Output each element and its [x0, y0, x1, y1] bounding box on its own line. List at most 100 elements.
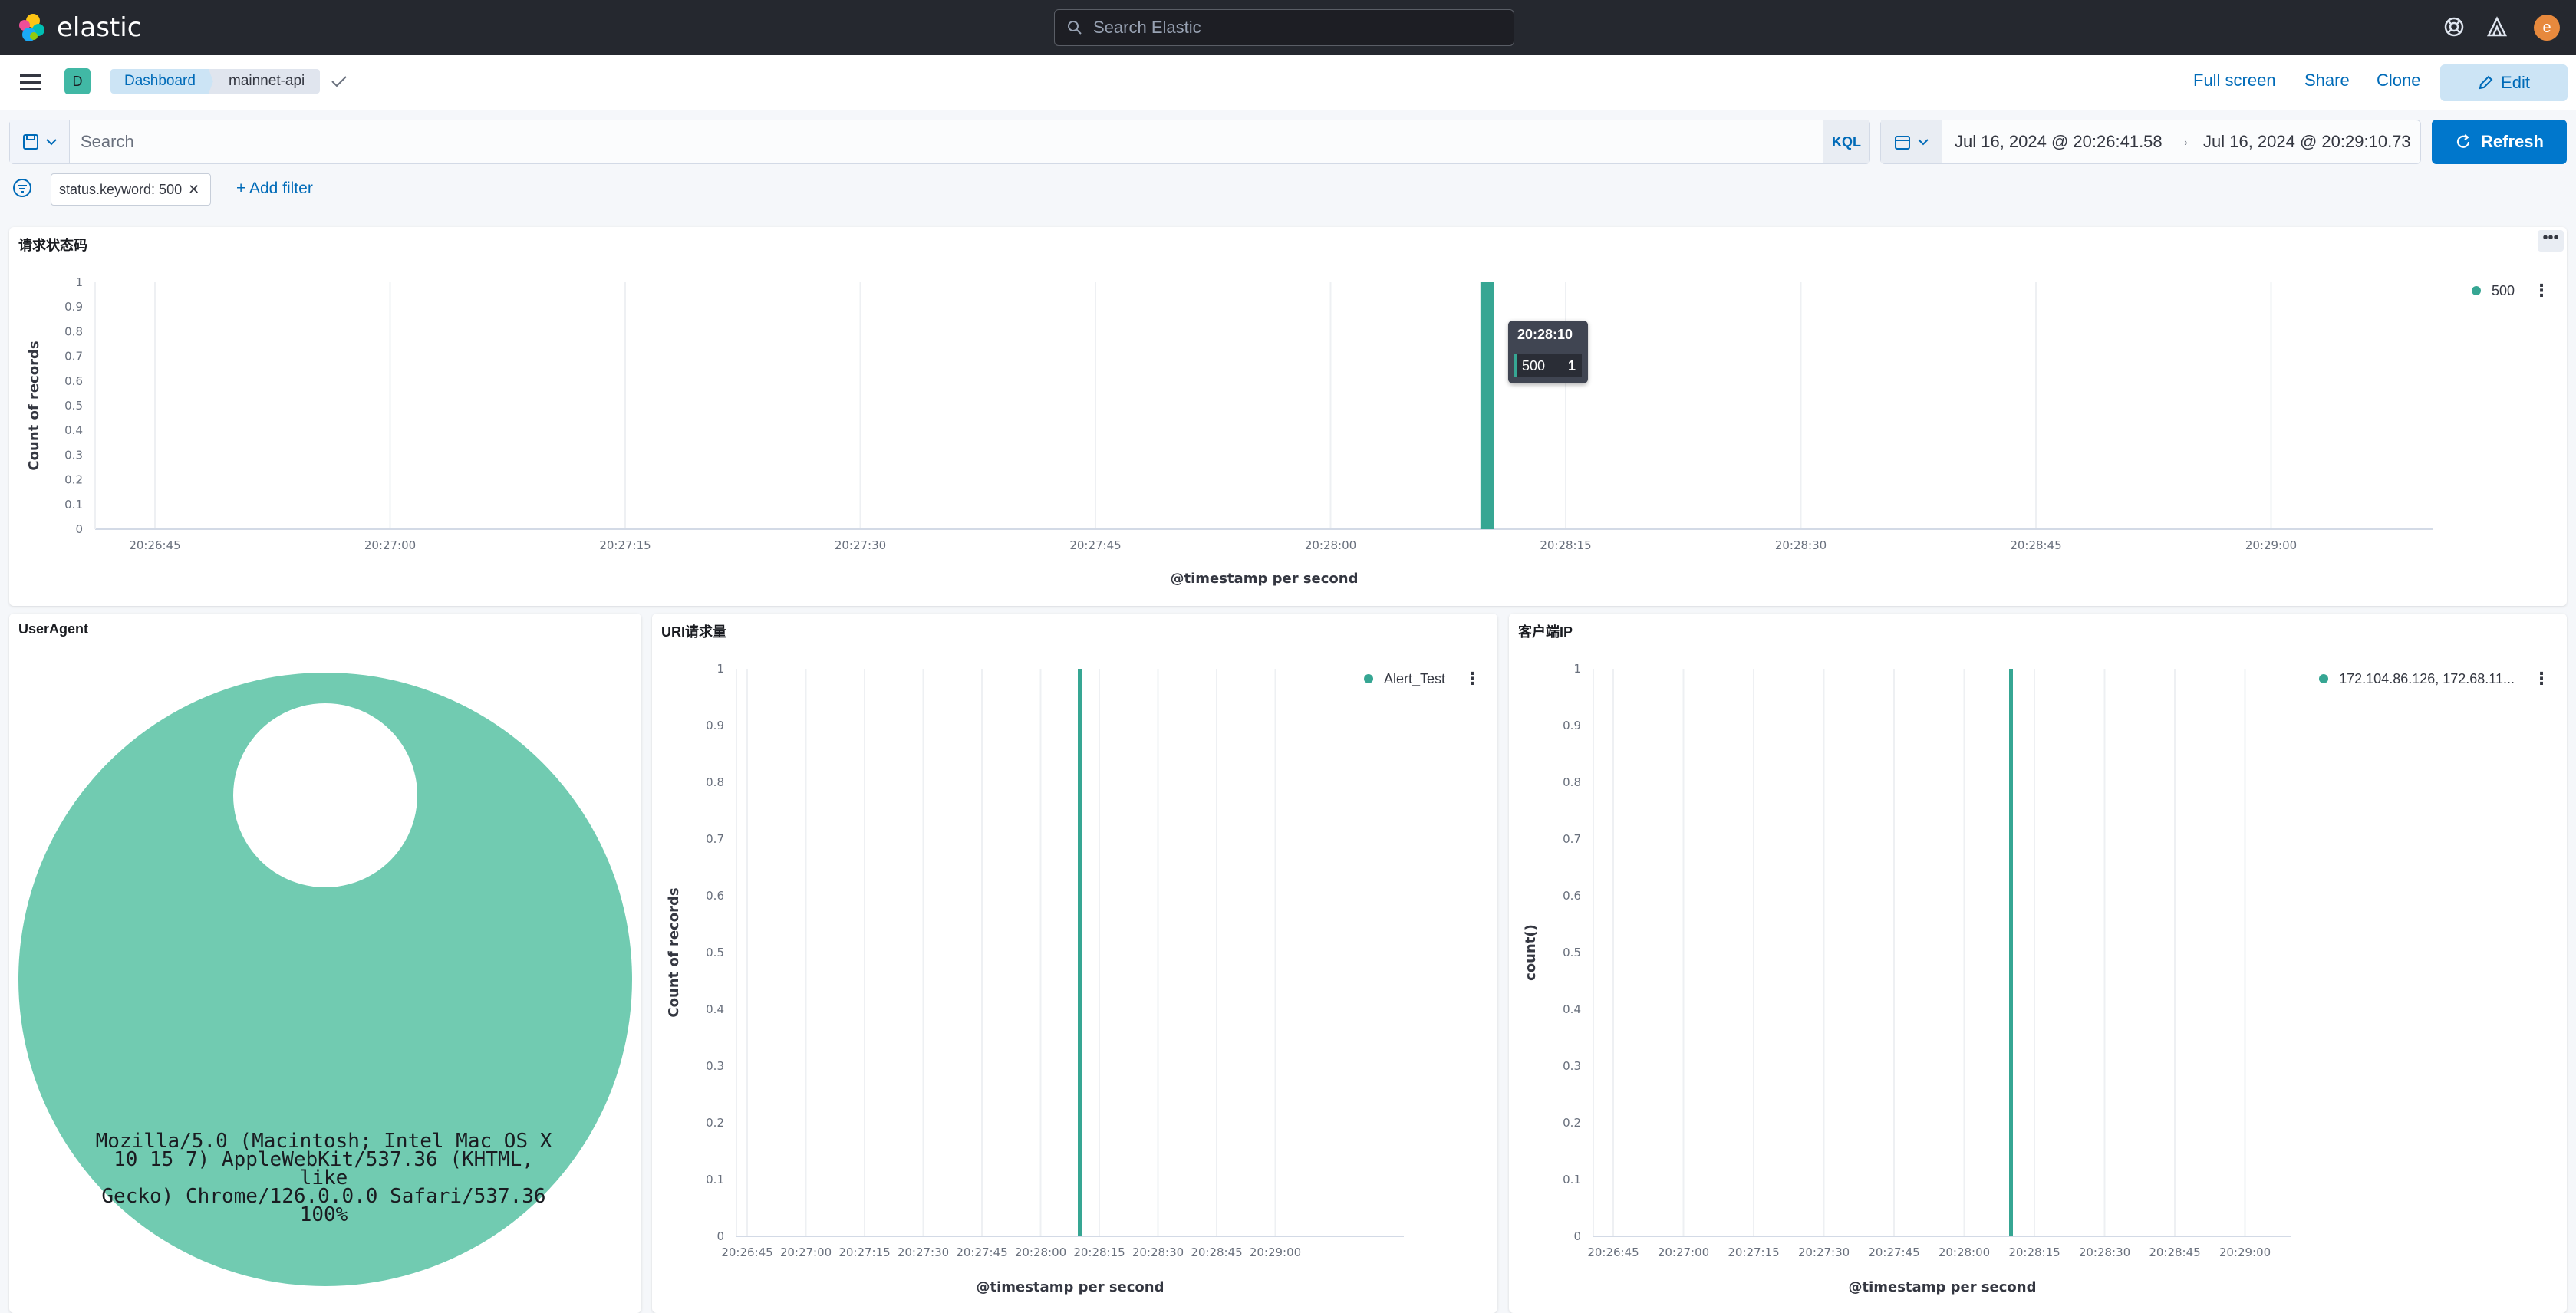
y-tick-label: 0.5: [64, 399, 83, 413]
x-tick-label: 20:27:45: [1069, 538, 1121, 552]
menu-icon[interactable]: [20, 74, 43, 92]
slice-label-line: 10_15_7) AppleWebKit/537.36 (KHTML, like: [114, 1148, 534, 1190]
legend-item[interactable]: Alert_Test ⋮: [1363, 669, 1481, 689]
status-chart: 20:26:45 20:27:00 20:27:15 20:27:30 20:27:45…: [26, 275, 2433, 587]
close-icon[interactable]: ✕: [188, 182, 199, 197]
filter-pill-label: status.keyword: 500: [59, 182, 183, 197]
y-tick-label: 0.8: [64, 324, 83, 338]
breadcrumb-dashboard[interactable]: Dashboard: [110, 69, 219, 94]
time-end[interactable]: Jul 16, 2024 @ 20:29:10.73: [2203, 132, 2411, 152]
y-tick-label: 0.6: [706, 889, 724, 903]
kql-toggle[interactable]: KQL: [1823, 120, 1869, 163]
uri-panel: URI请求量 20:26:45 20:27:00 20:27:15 20:27:30 2…: [652, 614, 1497, 1313]
full-screen-button[interactable]: Full screen: [2193, 71, 2276, 90]
x-tick-label: 20:28:15: [2008, 1246, 2060, 1259]
y-tick-label: 0.6: [1563, 889, 1581, 903]
y-tick-label: 0.1: [1563, 1173, 1581, 1186]
tooltip-value: 1: [1567, 358, 1576, 373]
global-search-placeholder: Search Elastic: [1093, 18, 1201, 37]
x-tick-label: 20:28:45: [2010, 538, 2061, 552]
tooltip-series: 500: [1522, 358, 1546, 373]
bar: [2009, 669, 2013, 1236]
y-tick-label: 1: [1573, 662, 1581, 676]
y-tick-label: 0.2: [64, 473, 83, 487]
elastic-logo-icon: [19, 14, 44, 41]
x-tick-label: 20:26:45: [129, 538, 180, 552]
y-axis-label: Count of records: [26, 341, 42, 470]
x-tick-label: 20:27:30: [835, 538, 886, 552]
legend-label: 172.104.86.126, 172.68.11...: [2339, 670, 2515, 686]
x-tick-label: 20:28:00: [1015, 1246, 1066, 1259]
legend-item[interactable]: 172.104.86.126, 172.68.11... ⋮: [2319, 669, 2550, 689]
slice-label: Mozilla/5.0 (Macintosh; Intel Mac OS X 1…: [94, 1131, 554, 1226]
y-tick-label: 0.9: [1563, 719, 1581, 732]
time-start[interactable]: Jul 16, 2024 @ 20:26:41.58: [1955, 132, 2163, 152]
edit-button-label: Edit: [2501, 73, 2530, 92]
y-axis-label: Count of records: [666, 887, 682, 1017]
y-tick-label: 0.1: [64, 498, 83, 512]
x-tick-label: 20:27:00: [780, 1246, 832, 1259]
y-tick-label: 0.7: [1563, 832, 1581, 846]
y-tick-label: 0.8: [706, 775, 724, 789]
user-avatar[interactable]: e: [2534, 15, 2560, 41]
legend-options-icon[interactable]: ⋮: [2533, 281, 2550, 301]
x-tick-label: 20:27:45: [1868, 1246, 1919, 1259]
y-tick-label: 0.5: [1563, 946, 1581, 959]
global-search-input[interactable]: Search Elastic: [1054, 9, 1514, 46]
saved-query-button[interactable]: [10, 120, 70, 163]
y-tick-label: 0.4: [706, 1002, 724, 1016]
legend-options-icon[interactable]: ⋮: [2533, 669, 2550, 689]
slice-percent: 100%: [299, 1203, 348, 1226]
x-tick-label: 20:28:00: [1939, 1246, 1990, 1259]
news-feed-icon[interactable]: [2484, 14, 2510, 40]
y-tick-label: 0.1: [706, 1173, 724, 1186]
filter-pill[interactable]: status.keyword: 500 ✕: [51, 173, 212, 206]
brand-name: elastic: [57, 12, 142, 43]
chevron-down-icon: [45, 139, 57, 146]
x-tick-label: 20:29:00: [2219, 1246, 2271, 1259]
saved-check-icon: [331, 76, 347, 87]
save-icon: [22, 134, 38, 150]
x-tick-label: 20:27:00: [1658, 1246, 1709, 1259]
refresh-label: Refresh: [2481, 132, 2544, 151]
legend-dot: [2319, 674, 2329, 683]
x-tick-label: 20:26:45: [721, 1246, 772, 1259]
quick-menu-button[interactable]: [1881, 120, 1942, 163]
y-tick-label: 0: [1573, 1229, 1581, 1243]
y-tick-label: 0.3: [64, 448, 83, 462]
legend-dot: [2471, 286, 2481, 295]
chevron-down-icon: [1917, 139, 1929, 146]
y-tick-label: 0.7: [706, 832, 724, 846]
query-input[interactable]: Search: [81, 132, 134, 152]
space-badge[interactable]: D: [64, 68, 91, 94]
legend-item[interactable]: 500 ⋮: [2471, 281, 2550, 301]
pencil-icon: [2479, 75, 2493, 90]
y-tick-label: 0.9: [64, 300, 83, 314]
add-filter-button[interactable]: + Add filter: [236, 179, 313, 198]
clone-button[interactable]: Clone: [2377, 71, 2420, 90]
refresh-button[interactable]: Refresh: [2432, 120, 2567, 164]
y-tick-label: 0.3: [706, 1059, 724, 1073]
x-tick-label: 20:27:45: [956, 1246, 1007, 1259]
x-tick-label: 20:29:00: [2245, 538, 2297, 552]
help-icon[interactable]: [2441, 14, 2467, 40]
x-tick-label: 20:28:45: [1191, 1246, 1242, 1259]
elastic-logo[interactable]: elastic: [17, 12, 141, 43]
legend-dot: [1363, 674, 1373, 683]
filter-options-icon[interactable]: [12, 178, 32, 198]
x-axis-label: @timestamp per second: [1848, 1279, 2036, 1295]
legend-options-icon[interactable]: ⋮: [1464, 669, 1481, 689]
x-tick-label: 20:28:30: [2079, 1246, 2130, 1259]
edit-button[interactable]: Edit: [2440, 64, 2568, 101]
x-tick-label: 20:28:00: [1305, 538, 1356, 552]
x-tick-label: 20:28:30: [1132, 1246, 1184, 1259]
y-tick-label: 0.2: [706, 1116, 724, 1130]
time-picker: Jul 16, 2024 @ 20:26:41.58 → Jul 16, 202…: [1880, 120, 2421, 164]
bar: [1078, 669, 1082, 1236]
global-header: elastic Search Elastic e: [0, 0, 2576, 55]
y-tick-label: 0.9: [706, 719, 724, 732]
share-button[interactable]: Share: [2304, 71, 2350, 90]
clientip-chart: 20:26:45 20:27:00 20:27:15 20:27:30 20:27:45…: [1523, 662, 2291, 1295]
y-tick-label: 0.6: [64, 374, 83, 388]
x-axis-label: @timestamp per second: [1170, 571, 1358, 587]
